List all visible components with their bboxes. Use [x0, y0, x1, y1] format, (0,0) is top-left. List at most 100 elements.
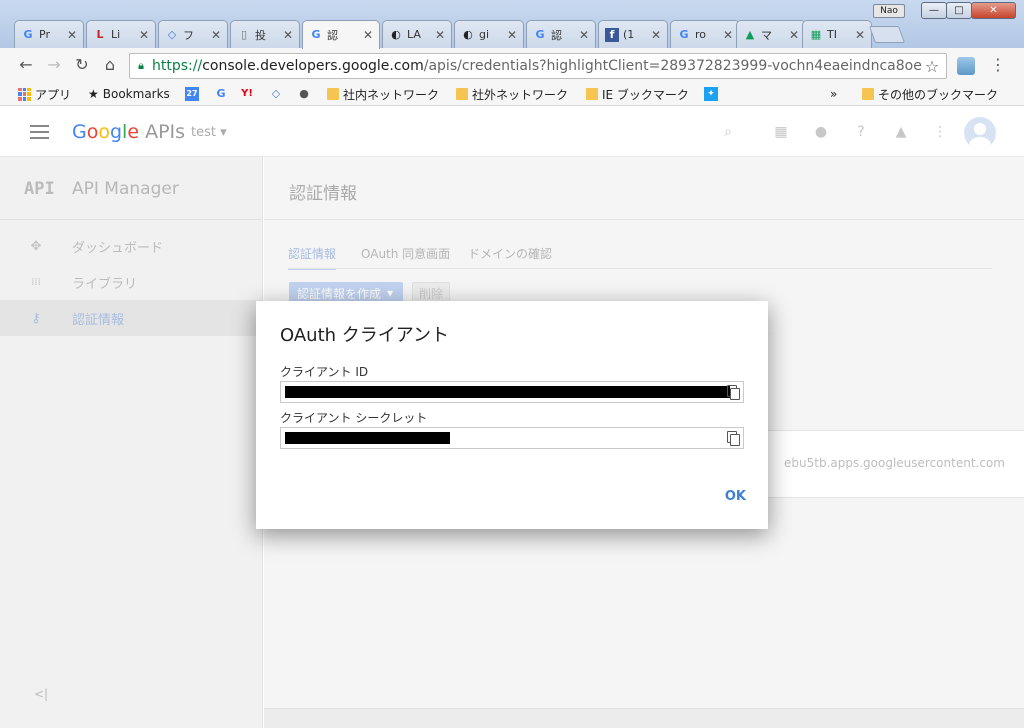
folder-icon [456, 88, 468, 100]
ok-button[interactable]: OK [725, 489, 746, 504]
app-header: Google APIs test ▾ ⌕ ▦ ● ? ▲ ⋮ [0, 107, 1024, 157]
oauth-client-dialog: OAuth クライアント クライアント ID 289372823999-voch… [256, 301, 768, 529]
client-id-field[interactable]: 289372823999-vochn4eaeindnca8oeo.apps.go… [280, 381, 744, 403]
bookmark-folder-external[interactable]: 社外ネットワーク [456, 85, 568, 103]
sidebar-divider [0, 219, 263, 220]
key-icon: ⚷ [31, 310, 41, 326]
forward-icon[interactable]: → [43, 54, 65, 76]
page-title: 認証情報 [289, 184, 357, 204]
close-tab-icon[interactable]: ✕ [139, 28, 149, 42]
bookmark-folder-others[interactable]: その他のブックマーク [862, 85, 998, 103]
extension-icon[interactable] [957, 57, 975, 75]
close-tab-icon[interactable]: ✕ [211, 28, 221, 42]
minimize-button[interactable]: — [921, 2, 947, 19]
hamburger-menu-icon[interactable] [30, 125, 49, 139]
google-favicon-icon: G [23, 27, 33, 41]
google-apis-logo[interactable]: Google APIs [72, 121, 185, 143]
project-selector[interactable]: test ▾ [191, 125, 227, 140]
browser-tab[interactable]: G 認 ✕ [526, 20, 596, 48]
google-icon: G [216, 87, 226, 100]
client-secret-field[interactable]: XXXXXXXXXXXXXXXXXXXXXXXX [280, 427, 744, 449]
apple-icon: ● [299, 87, 309, 100]
close-tab-icon[interactable]: ✕ [651, 28, 661, 42]
browser-tab[interactable]: f (1 ✕ [598, 20, 668, 48]
client-secret-value: XXXXXXXXXXXXXXXXXXXXXXXX [285, 432, 450, 444]
maximize-button[interactable]: □ [946, 2, 972, 19]
bookmark-bookmarks[interactable]: ★ Bookmarks [88, 85, 170, 103]
github-favicon-icon: ◐ [391, 27, 401, 41]
star-icon: ★ [88, 87, 99, 101]
new-tab-button[interactable] [868, 26, 906, 43]
google-favicon-icon: G [311, 28, 321, 41]
bookmark-calendar[interactable]: 27 [185, 85, 199, 103]
collapse-sidebar-icon[interactable]: <| [34, 687, 48, 701]
browser-tab-active[interactable]: G 認 ✕ [302, 20, 380, 49]
browser-tab[interactable]: ▦ TI ✕ [802, 20, 872, 48]
sidebar-item-library[interactable]: ⁞⁞⁞ ライブラリ [0, 264, 263, 300]
client-id-value: 289372823999-vochn4eaeindnca8oeo.apps.go… [285, 386, 730, 398]
back-icon[interactable]: ← [15, 54, 37, 76]
sidebar-item-label: 認証情報 [72, 312, 125, 328]
reload-icon[interactable]: ↻ [71, 54, 93, 76]
close-tab-icon[interactable]: ✕ [435, 28, 445, 42]
home-icon[interactable]: ⌂ [99, 54, 121, 76]
browser-tab[interactable]: ▯ 投 ✕ [230, 20, 300, 48]
yahoo-icon: Y! [241, 88, 253, 99]
close-tab-icon[interactable]: ✕ [723, 28, 733, 42]
tab-domain-verification[interactable]: ドメインの確認 [468, 245, 552, 262]
search-icon[interactable]: ⌕ [719, 123, 737, 141]
feedback-icon[interactable]: ● [812, 123, 830, 141]
facebook-favicon-icon: f [605, 27, 619, 42]
gift-icon[interactable]: ▦ [772, 123, 790, 141]
github-favicon-icon: ◐ [463, 27, 473, 41]
bookmark-gem[interactable]: ◇ [269, 85, 283, 103]
tab-oauth-consent[interactable]: OAuth 同意画面 [361, 245, 450, 262]
browser-tab[interactable]: G Pr ✕ [14, 20, 84, 48]
tab-divider [288, 268, 992, 269]
client-secret-label: クライアント シークレット [280, 411, 428, 425]
client-id-label: クライアント ID [280, 365, 369, 379]
notifications-icon[interactable]: ▲ [892, 123, 910, 141]
close-window-button[interactable]: ✕ [971, 2, 1016, 19]
close-tab-icon[interactable]: ✕ [507, 28, 517, 42]
close-tab-icon[interactable]: ✕ [363, 28, 373, 42]
close-tab-icon[interactable]: ✕ [283, 28, 293, 42]
sidebar-item-dashboard[interactable]: ✥ ダッシュボード [0, 228, 263, 264]
bookmark-apps[interactable]: アプリ [18, 85, 71, 103]
sidebar-item-label: ライブラリ [72, 276, 138, 292]
browser-tab[interactable]: ▲ マ ✕ [736, 20, 806, 48]
sidebar-item-credentials[interactable]: ⚷ 認証情報 [0, 300, 263, 336]
browser-tab[interactable]: ◇ フ ✕ [158, 20, 228, 48]
avatar[interactable] [964, 117, 996, 149]
bookmark-folder-ie[interactable]: IE ブックマーク [586, 85, 689, 103]
more-options-icon[interactable]: ⋮ [931, 123, 949, 141]
sheets-favicon-icon: ▦ [810, 27, 822, 41]
google-favicon-icon: G [535, 27, 545, 41]
close-tab-icon[interactable]: ✕ [579, 28, 589, 42]
api-logo: API [24, 179, 55, 199]
browser-tab[interactable]: L Li ✕ [86, 20, 156, 48]
bookmark-yahoo[interactable]: Y! [240, 85, 254, 103]
apps-grid-icon [18, 87, 31, 101]
bookmark-twitter[interactable]: ✦ [704, 85, 718, 103]
bookmark-star-icon[interactable]: ☆ [922, 57, 942, 76]
help-icon[interactable]: ? [852, 123, 870, 141]
bookmark-google[interactable]: G [214, 85, 228, 103]
copy-icon[interactable] [726, 431, 740, 446]
browser-menu-icon[interactable]: ⋮ [988, 55, 1008, 74]
profile-user-badge[interactable]: Nao [873, 4, 905, 18]
browser-tab[interactable]: Gro ✕ [670, 20, 740, 48]
address-bar[interactable]: 🔒︎ https://console.developers.google.com… [129, 53, 947, 79]
copy-icon[interactable] [726, 385, 740, 400]
lock-icon: 🔒︎ [138, 59, 144, 72]
close-tab-icon[interactable]: ✕ [67, 28, 77, 42]
tab-credentials[interactable]: 認証情報 [288, 245, 337, 270]
bookmarks-overflow[interactable]: » [830, 85, 837, 103]
close-tab-icon[interactable]: ✕ [789, 28, 799, 42]
browser-tab[interactable]: ◐ LA ✕ [382, 20, 452, 48]
browser-tab[interactable]: ◐ gi ✕ [454, 20, 524, 48]
bookmark-apple[interactable]: ● [297, 85, 311, 103]
close-tab-icon[interactable]: ✕ [855, 28, 865, 42]
bookmark-folder-internal[interactable]: 社内ネットワーク [327, 85, 439, 103]
drive-favicon-icon: ▲ [745, 27, 755, 41]
